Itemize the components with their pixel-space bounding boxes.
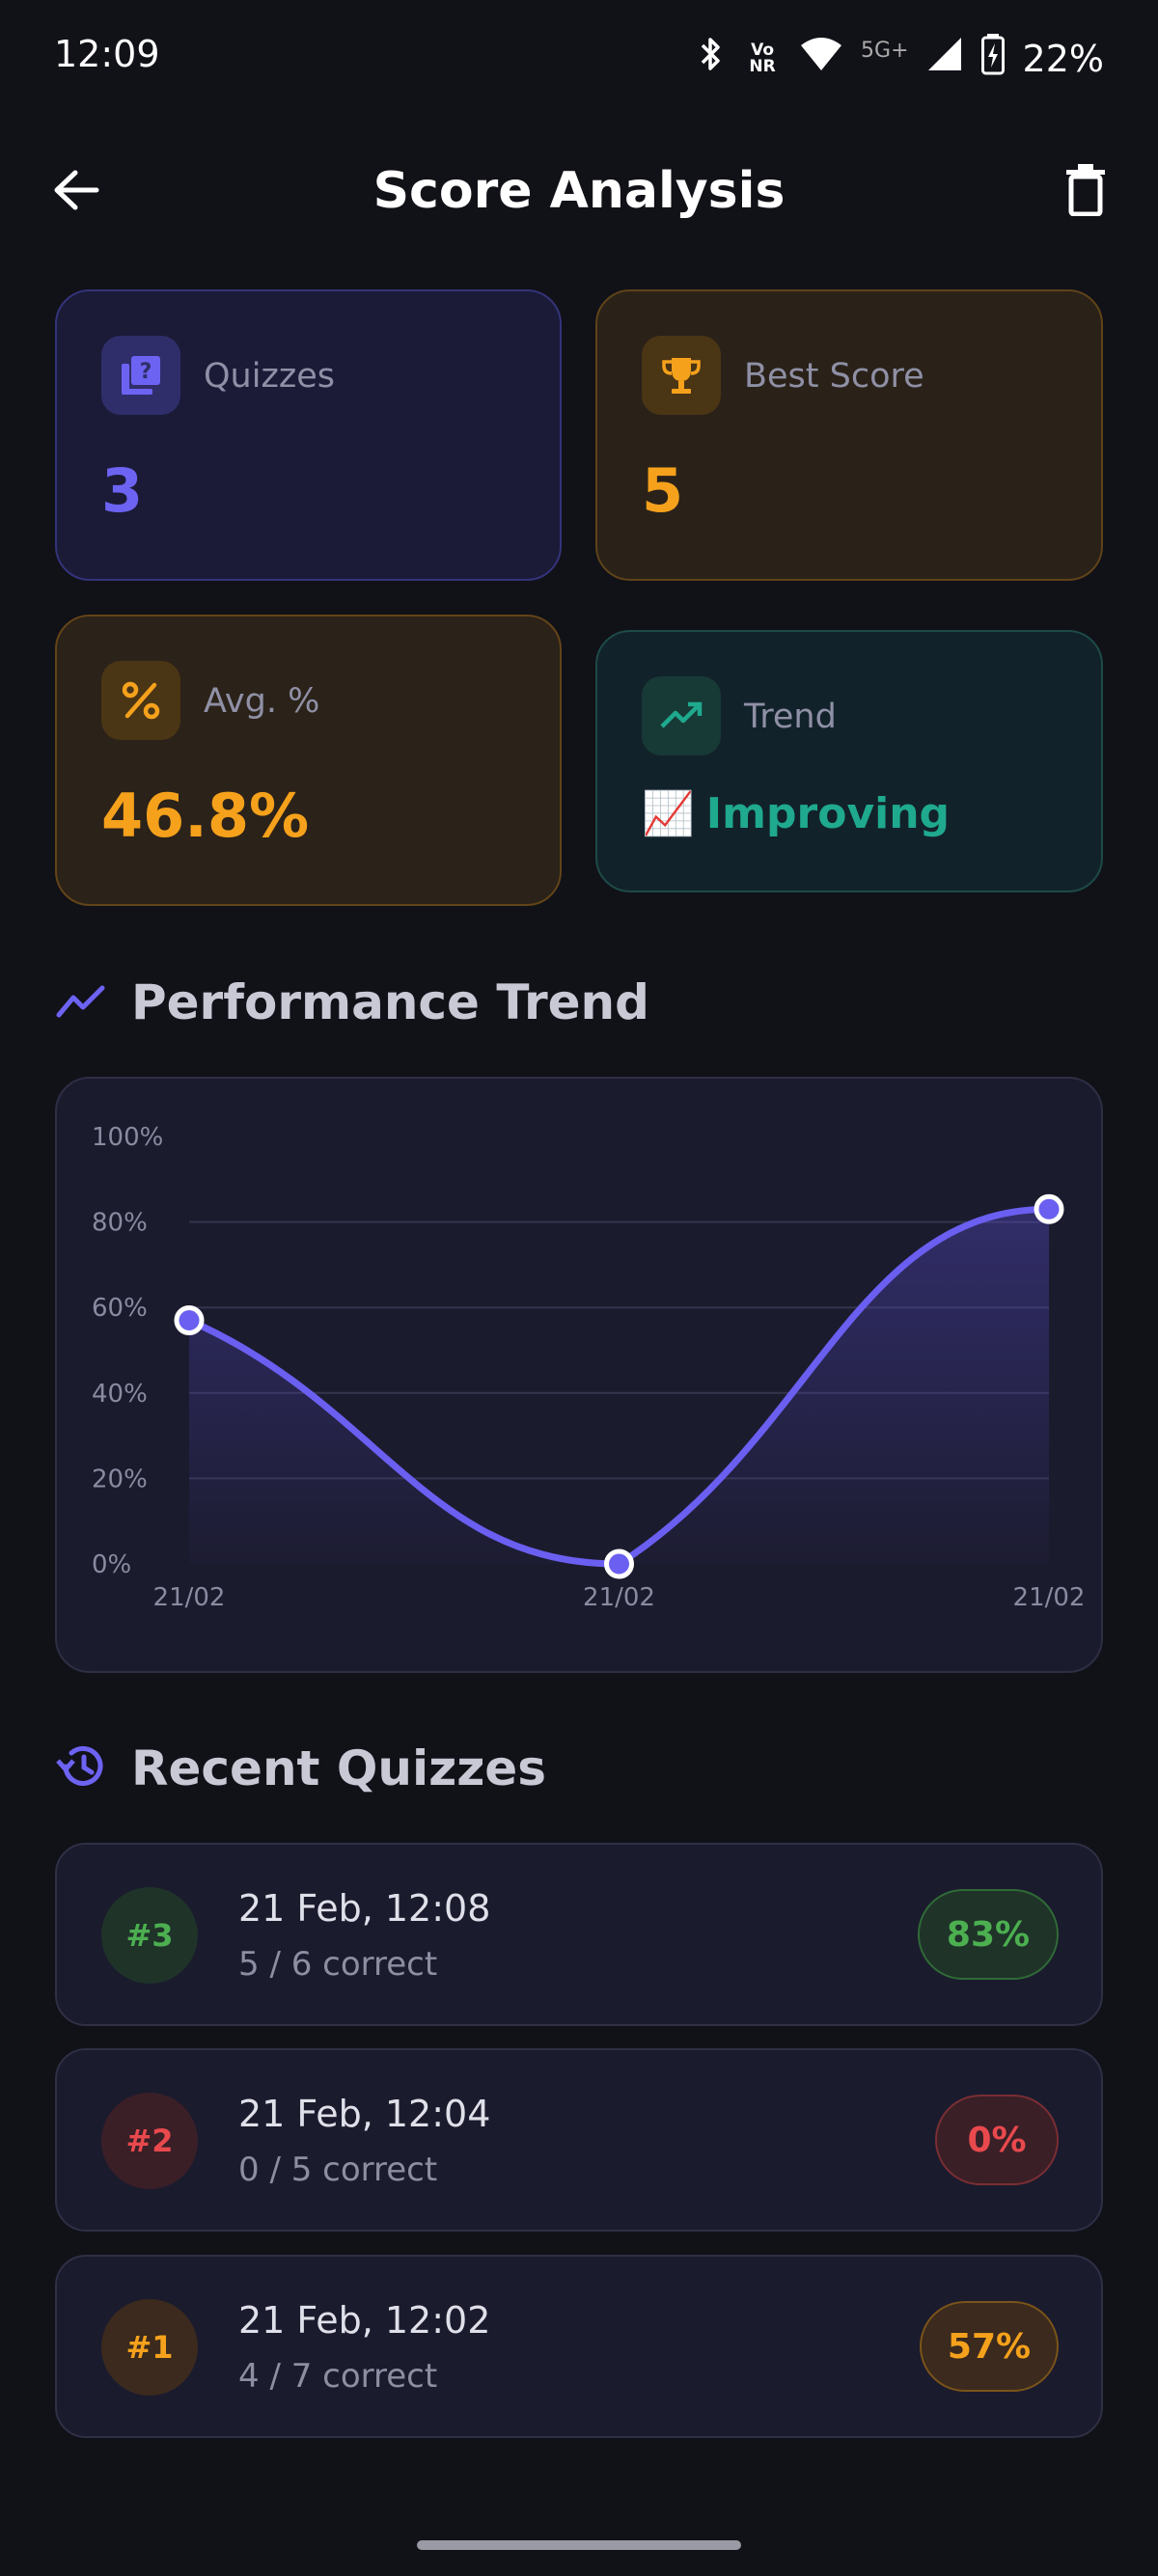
- chart-x-tick-label: 21/02: [1013, 1583, 1086, 1612]
- trend-line-icon: [56, 982, 106, 1023]
- volte-label: Vo NR: [749, 40, 776, 76]
- recent-section-title: Recent Quizzes: [131, 1740, 546, 1796]
- best-score-card: Best Score 5: [595, 289, 1103, 581]
- chart-data-point: [1034, 1193, 1064, 1224]
- quiz-correct-count: 5 / 6 correct: [238, 1945, 438, 1984]
- chart-emoji-icon: 📈: [642, 789, 695, 838]
- performance-chart: 0% 20% 40% 60% 80% 100% 21/02 21/02 21/02: [55, 1077, 1103, 1673]
- quiz-score-pill: 0%: [935, 2095, 1059, 2185]
- quiz-number-badge: #3: [101, 1887, 198, 1984]
- home-indicator[interactable]: [417, 2540, 741, 2550]
- performance-section-title: Performance Trend: [131, 974, 649, 1030]
- trophy-icon: [642, 336, 721, 415]
- chart-y-tick-label: 20%: [92, 1465, 148, 1494]
- quiz-list-item[interactable]: #2 21 Feb, 12:04 0 / 5 correct 0%: [55, 2048, 1103, 2232]
- battery-icon: [980, 33, 1006, 84]
- signal-icon: [926, 36, 963, 81]
- quiz-correct-count: 0 / 5 correct: [238, 2151, 438, 2189]
- status-bar: 12:09 Vo NR 5G+ 22%: [0, 0, 1158, 116]
- status-icons: Vo NR 5G+ 22%: [697, 33, 1104, 84]
- history-icon: [56, 1743, 106, 1794]
- chart-y-tick-label: 60%: [92, 1294, 148, 1323]
- chart-y-tick-label: 0%: [92, 1550, 131, 1579]
- recent-section-header: Recent Quizzes: [56, 1740, 546, 1796]
- quiz-number-badge: #2: [101, 2093, 198, 2189]
- chart-area-fill: [189, 1209, 1049, 1564]
- quizzes-value: 3: [101, 455, 144, 526]
- svg-text:?: ?: [140, 360, 152, 384]
- quizzes-label: Quizzes: [204, 357, 335, 396]
- chart-data-point: [174, 1304, 205, 1335]
- average-card: Avg. % 46.8%: [55, 615, 562, 906]
- average-label: Avg. %: [204, 682, 320, 721]
- status-time: 12:09: [54, 33, 160, 75]
- trend-card: Trend 📈 Improving: [595, 630, 1103, 892]
- chart-y-tick-label: 100%: [92, 1123, 163, 1152]
- quiz-number-badge: #1: [101, 2299, 198, 2396]
- quiz-date: 21 Feb, 12:02: [238, 2299, 491, 2342]
- quiz-score-pill: 57%: [920, 2301, 1059, 2392]
- trend-value: Improving: [705, 788, 951, 838]
- best-score-value: 5: [642, 455, 684, 526]
- quiz-list-item[interactable]: #1 21 Feb, 12:02 4 / 7 correct 57%: [55, 2255, 1103, 2438]
- chart-data-point: [604, 1548, 634, 1579]
- bluetooth-icon: [697, 35, 726, 82]
- delete-button[interactable]: [1054, 158, 1117, 226]
- page-title: Score Analysis: [372, 162, 786, 220]
- battery-percent: 22%: [1022, 37, 1104, 80]
- quiz-icon: ?: [101, 336, 180, 415]
- chart-y-tick-label: 40%: [92, 1380, 148, 1409]
- chart-x-tick-label: 21/02: [583, 1583, 655, 1612]
- quiz-date: 21 Feb, 12:08: [238, 1887, 491, 1930]
- quiz-list-item[interactable]: #3 21 Feb, 12:08 5 / 6 correct 83%: [55, 1843, 1103, 2026]
- trend-value-row: 📈 Improving: [642, 788, 951, 839]
- percent-icon: [101, 661, 180, 740]
- quiz-date: 21 Feb, 12:04: [238, 2093, 491, 2135]
- average-value: 46.8%: [101, 781, 310, 851]
- quiz-score-pill: 83%: [918, 1889, 1059, 1980]
- chart-y-tick-label: 80%: [92, 1209, 148, 1238]
- trending-up-icon: [642, 676, 721, 755]
- wifi-icon: [799, 35, 843, 82]
- chart-svg: 0% 20% 40% 60% 80% 100% 21/02 21/02 21/02: [92, 1123, 1086, 1612]
- trash-icon: [1065, 164, 1106, 220]
- chart-x-tick-label: 21/02: [153, 1583, 226, 1612]
- network-type: 5G+: [861, 39, 909, 63]
- app-bar: Score Analysis: [0, 135, 1158, 251]
- quizzes-card: ? Quizzes 3: [55, 289, 562, 581]
- performance-section-header: Performance Trend: [56, 974, 649, 1030]
- quiz-correct-count: 4 / 7 correct: [238, 2357, 438, 2396]
- best-score-label: Best Score: [744, 357, 924, 396]
- trend-label: Trend: [744, 698, 837, 736]
